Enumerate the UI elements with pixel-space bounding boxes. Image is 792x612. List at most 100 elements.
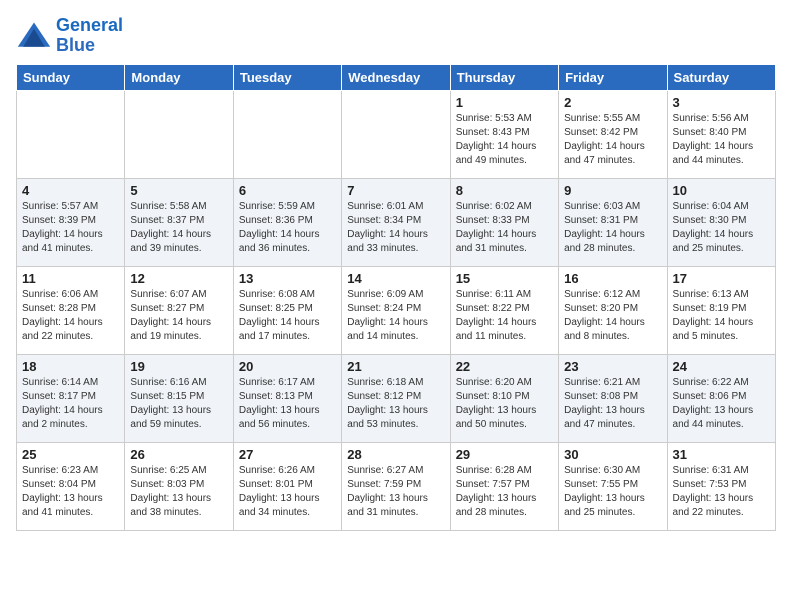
day-number: 18	[22, 359, 119, 374]
calendar-cell: 6 Sunrise: 5:59 AM Sunset: 8:36 PM Daylig…	[233, 178, 341, 266]
calendar-cell: 14 Sunrise: 6:09 AM Sunset: 8:24 PM Dayli…	[342, 266, 450, 354]
day-info: Sunrise: 6:31 AM Sunset: 7:53 PM Dayligh…	[673, 464, 770, 520]
day-info: Sunrise: 6:06 AM Sunset: 8:28 PM Dayligh…	[22, 288, 119, 344]
calendar-cell: 29 Sunrise: 6:28 AM Sunset: 7:57 PM Dayli…	[450, 442, 558, 530]
day-info: Sunrise: 6:22 AM Sunset: 8:06 PM Dayligh…	[673, 376, 770, 432]
day-number: 8	[456, 183, 553, 198]
day-info: Sunrise: 5:58 AM Sunset: 8:37 PM Dayligh…	[130, 200, 227, 256]
calendar-cell: 26 Sunrise: 6:25 AM Sunset: 8:03 PM Dayli…	[125, 442, 233, 530]
day-info: Sunrise: 6:07 AM Sunset: 8:27 PM Dayligh…	[130, 288, 227, 344]
day-number: 6	[239, 183, 336, 198]
day-info: Sunrise: 6:04 AM Sunset: 8:30 PM Dayligh…	[673, 200, 770, 256]
calendar-cell: 17Sunrise: 6:13 AM Sunset: 8:19 PM Dayli…	[667, 266, 775, 354]
logo-text: General Blue	[56, 16, 123, 56]
day-header-tuesday: Tuesday	[233, 64, 341, 90]
page-header: General Blue	[16, 16, 776, 56]
calendar-cell: 28Sunrise: 6:27 AM Sunset: 7:59 PM Dayli…	[342, 442, 450, 530]
calendar-table: SundayMondayTuesdayWednesdayThursdayFrid…	[16, 64, 776, 531]
calendar-cell: 7 Sunrise: 6:01 AM Sunset: 8:34 PM Daylig…	[342, 178, 450, 266]
calendar-cell: 21 Sunrise: 6:18 AM Sunset: 8:12 PM Dayli…	[342, 354, 450, 442]
day-info: Sunrise: 6:11 AM Sunset: 8:22 PM Dayligh…	[456, 288, 553, 344]
day-info: Sunrise: 5:57 AM Sunset: 8:39 PM Dayligh…	[22, 200, 119, 256]
day-info: Sunrise: 6:01 AM Sunset: 8:34 PM Dayligh…	[347, 200, 444, 256]
calendar-cell: 19Sunrise: 6:16 AM Sunset: 8:15 PM Dayli…	[125, 354, 233, 442]
day-number: 27	[239, 447, 336, 462]
calendar-week-row: 1Sunrise: 5:53 AM Sunset: 8:43 PM Daylig…	[17, 90, 776, 178]
calendar-cell: 20Sunrise: 6:17 AM Sunset: 8:13 PM Dayli…	[233, 354, 341, 442]
day-info: Sunrise: 5:59 AM Sunset: 8:36 PM Dayligh…	[239, 200, 336, 256]
day-info: Sunrise: 6:23 AM Sunset: 8:04 PM Dayligh…	[22, 464, 119, 520]
day-info: Sunrise: 6:28 AM Sunset: 7:57 PM Dayligh…	[456, 464, 553, 520]
day-number: 13	[239, 271, 336, 286]
day-number: 24	[673, 359, 770, 374]
day-number: 17	[673, 271, 770, 286]
day-number: 31	[673, 447, 770, 462]
calendar-cell: 5 Sunrise: 5:58 AM Sunset: 8:37 PM Daylig…	[125, 178, 233, 266]
calendar-cell: 31 Sunrise: 6:31 AM Sunset: 7:53 PM Dayli…	[667, 442, 775, 530]
day-number: 12	[130, 271, 227, 286]
day-info: Sunrise: 5:53 AM Sunset: 8:43 PM Dayligh…	[456, 112, 553, 168]
logo-icon	[16, 18, 52, 54]
calendar-cell: 3 Sunrise: 5:56 AM Sunset: 8:40 PM Daylig…	[667, 90, 775, 178]
day-info: Sunrise: 6:20 AM Sunset: 8:10 PM Dayligh…	[456, 376, 553, 432]
day-info: Sunrise: 5:55 AM Sunset: 8:42 PM Dayligh…	[564, 112, 661, 168]
day-info: Sunrise: 6:08 AM Sunset: 8:25 PM Dayligh…	[239, 288, 336, 344]
calendar-cell: 15Sunrise: 6:11 AM Sunset: 8:22 PM Dayli…	[450, 266, 558, 354]
day-number: 25	[22, 447, 119, 462]
calendar-cell	[342, 90, 450, 178]
day-number: 2	[564, 95, 661, 110]
day-number: 3	[673, 95, 770, 110]
calendar-cell: 18 Sunrise: 6:14 AM Sunset: 8:17 PM Dayli…	[17, 354, 125, 442]
calendar-cell: 22Sunrise: 6:20 AM Sunset: 8:10 PM Dayli…	[450, 354, 558, 442]
calendar-cell	[233, 90, 341, 178]
calendar-cell: 11 Sunrise: 6:06 AM Sunset: 8:28 PM Dayli…	[17, 266, 125, 354]
day-header-friday: Friday	[559, 64, 667, 90]
day-info: Sunrise: 6:09 AM Sunset: 8:24 PM Dayligh…	[347, 288, 444, 344]
day-number: 14	[347, 271, 444, 286]
calendar-cell: 25 Sunrise: 6:23 AM Sunset: 8:04 PM Dayli…	[17, 442, 125, 530]
day-number: 29	[456, 447, 553, 462]
calendar-cell: 13 Sunrise: 6:08 AM Sunset: 8:25 PM Dayli…	[233, 266, 341, 354]
day-info: Sunrise: 6:18 AM Sunset: 8:12 PM Dayligh…	[347, 376, 444, 432]
day-header-sunday: Sunday	[17, 64, 125, 90]
day-number: 21	[347, 359, 444, 374]
day-info: Sunrise: 6:21 AM Sunset: 8:08 PM Dayligh…	[564, 376, 661, 432]
day-number: 26	[130, 447, 227, 462]
calendar-cell: 2 Sunrise: 5:55 AM Sunset: 8:42 PM Daylig…	[559, 90, 667, 178]
calendar-cell: 27 Sunrise: 6:26 AM Sunset: 8:01 PM Dayli…	[233, 442, 341, 530]
day-number: 7	[347, 183, 444, 198]
day-number: 10	[673, 183, 770, 198]
day-info: Sunrise: 6:16 AM Sunset: 8:15 PM Dayligh…	[130, 376, 227, 432]
day-info: Sunrise: 6:12 AM Sunset: 8:20 PM Dayligh…	[564, 288, 661, 344]
day-info: Sunrise: 6:27 AM Sunset: 7:59 PM Dayligh…	[347, 464, 444, 520]
calendar-cell: 1Sunrise: 5:53 AM Sunset: 8:43 PM Daylig…	[450, 90, 558, 178]
calendar-cell: 23 Sunrise: 6:21 AM Sunset: 8:08 PM Dayli…	[559, 354, 667, 442]
day-number: 4	[22, 183, 119, 198]
calendar-cell: 8 Sunrise: 6:02 AM Sunset: 8:33 PM Daylig…	[450, 178, 558, 266]
day-info: Sunrise: 6:14 AM Sunset: 8:17 PM Dayligh…	[22, 376, 119, 432]
day-number: 9	[564, 183, 661, 198]
day-info: Sunrise: 6:02 AM Sunset: 8:33 PM Dayligh…	[456, 200, 553, 256]
day-info: Sunrise: 6:30 AM Sunset: 7:55 PM Dayligh…	[564, 464, 661, 520]
day-number: 30	[564, 447, 661, 462]
day-info: Sunrise: 6:17 AM Sunset: 8:13 PM Dayligh…	[239, 376, 336, 432]
day-header-thursday: Thursday	[450, 64, 558, 90]
calendar-cell: 4 Sunrise: 5:57 AM Sunset: 8:39 PM Daylig…	[17, 178, 125, 266]
calendar-cell	[125, 90, 233, 178]
calendar-header-row: SundayMondayTuesdayWednesdayThursdayFrid…	[17, 64, 776, 90]
day-number: 16	[564, 271, 661, 286]
day-number: 5	[130, 183, 227, 198]
calendar-cell: 10 Sunrise: 6:04 AM Sunset: 8:30 PM Dayli…	[667, 178, 775, 266]
day-header-wednesday: Wednesday	[342, 64, 450, 90]
day-info: Sunrise: 6:26 AM Sunset: 8:01 PM Dayligh…	[239, 464, 336, 520]
day-number: 11	[22, 271, 119, 286]
day-number: 23	[564, 359, 661, 374]
calendar-cell: 16 Sunrise: 6:12 AM Sunset: 8:20 PM Dayli…	[559, 266, 667, 354]
day-info: Sunrise: 5:56 AM Sunset: 8:40 PM Dayligh…	[673, 112, 770, 168]
day-header-monday: Monday	[125, 64, 233, 90]
calendar-week-row: 25 Sunrise: 6:23 AM Sunset: 8:04 PM Dayli…	[17, 442, 776, 530]
day-info: Sunrise: 6:25 AM Sunset: 8:03 PM Dayligh…	[130, 464, 227, 520]
calendar-week-row: 18 Sunrise: 6:14 AM Sunset: 8:17 PM Dayli…	[17, 354, 776, 442]
calendar-cell: 24 Sunrise: 6:22 AM Sunset: 8:06 PM Dayli…	[667, 354, 775, 442]
logo: General Blue	[16, 16, 123, 56]
